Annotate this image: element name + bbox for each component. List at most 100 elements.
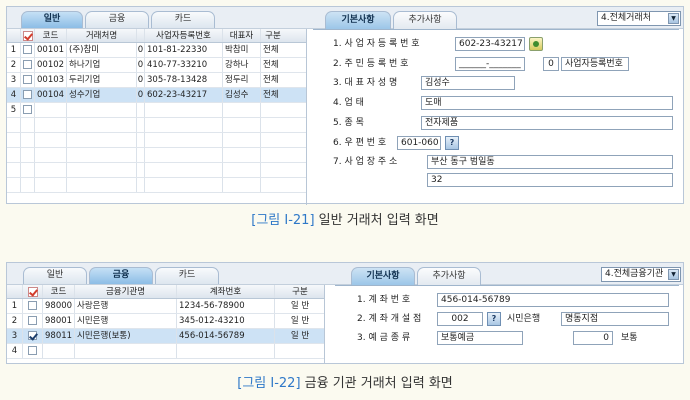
table-row[interactable]: 2 98001 시민은행 345-012-43210 일 반	[7, 314, 324, 329]
row-checkbox-cell[interactable]	[23, 329, 43, 343]
chevron-down-icon[interactable]: ▼	[668, 269, 679, 280]
row-checkbox-cell[interactable]	[21, 43, 35, 57]
tab-finance[interactable]: 금융	[85, 11, 149, 28]
tab-additional-info[interactable]: 추가사항	[417, 267, 481, 285]
cell-bank-name: 사랑은행	[75, 299, 177, 313]
account-number-field[interactable]: 456-014-56789	[437, 293, 669, 307]
deposit-type-field[interactable]: 보통예금	[437, 331, 523, 345]
detail-tabs: 기본사항 추가사항	[351, 267, 501, 285]
empty-row	[7, 133, 306, 148]
row-number: 1	[7, 299, 23, 313]
tab-general[interactable]: 일반	[21, 11, 83, 28]
row-number: 3	[7, 73, 21, 87]
cell-name: (주)참미	[67, 43, 137, 57]
table-row[interactable]: 3 00103 두리기업 0 305-78-13428 정두리 전체	[7, 73, 306, 88]
cell-code: 00103	[35, 73, 67, 87]
check-all-icon[interactable]	[27, 286, 38, 297]
bank-name-display: 시민은행	[503, 312, 557, 326]
bank-filter-select[interactable]: 4.전체금융기관 ▼	[601, 267, 681, 282]
tab-general[interactable]: 일반	[23, 267, 87, 284]
cell-code: 00101	[35, 43, 67, 57]
row-checkbox[interactable]	[28, 316, 37, 325]
row-checkbox[interactable]	[23, 105, 32, 114]
table-row[interactable]: 1 98000 사랑은행 1234-56-78900 일 반	[7, 299, 324, 314]
tab-additional-info[interactable]: 추가사항	[393, 11, 457, 29]
row-checkbox[interactable]	[23, 90, 32, 99]
select-all-header[interactable]	[23, 285, 43, 298]
business-type-field[interactable]: 도매	[421, 96, 673, 110]
table-row[interactable]: 2 00102 하나기업 0 410-77-33210 강하나 전체	[7, 58, 306, 73]
row-checkbox[interactable]	[23, 75, 32, 84]
row-checkbox-cell[interactable]	[21, 88, 35, 102]
table-row[interactable]: 3 98011 시민은행(보통) 456-014-56789 일 반	[7, 329, 324, 344]
form-row-branch: 2. 계 좌 개 설 점 002 ? 시민은행 명동지점	[357, 312, 677, 326]
form-row-deposit-type: 3. 예 금 종 류 보통예금 0 보통	[357, 331, 677, 345]
detail-divider	[335, 285, 679, 286]
cell-division: 일 반	[290, 331, 310, 341]
table-row[interactable]: 4	[7, 344, 324, 359]
zip-search-button[interactable]: ?	[445, 136, 459, 150]
table-row[interactable]: 5	[7, 103, 306, 118]
row-checkbox[interactable]	[28, 301, 37, 310]
cell-representative: 박참미	[223, 43, 261, 57]
deposit-code-field[interactable]: 0	[573, 331, 613, 345]
address-field[interactable]: 부산 동구 범일동	[427, 155, 673, 169]
cell-account-number	[177, 344, 275, 358]
client-filter-select[interactable]: 4.전체거래처 ▼	[597, 11, 681, 26]
biz-number-field[interactable]: 602-23-43217	[455, 37, 525, 51]
row-checkbox[interactable]	[28, 331, 37, 340]
form-row-business-type: 4. 업 태 도매	[333, 96, 683, 110]
table-row[interactable]: 1 00101 (주)참미 0 101-81-22330 박참미 전체	[7, 43, 306, 58]
representative-field[interactable]: 김성수	[421, 76, 515, 90]
tab-finance[interactable]: 금융	[89, 267, 153, 284]
tab-card[interactable]: 카드	[155, 267, 219, 284]
select-all-header[interactable]	[21, 29, 35, 42]
row-checkbox-cell[interactable]	[21, 103, 35, 117]
address-detail-field[interactable]: 32	[427, 173, 673, 187]
business-item-field[interactable]: 전자제품	[421, 116, 673, 130]
status-icon[interactable]	[529, 37, 543, 51]
check-all-icon[interactable]	[22, 30, 33, 41]
col-division: 구분	[265, 31, 281, 41]
col-account-number: 계좌번호	[177, 285, 275, 298]
row-checkbox-cell[interactable]	[21, 73, 35, 87]
resident-number-field[interactable]: ______-_______	[455, 57, 525, 71]
chevron-down-icon[interactable]: ▼	[668, 13, 679, 24]
row-checkbox[interactable]	[23, 45, 32, 54]
tab-basic-info[interactable]: 기본사항	[351, 267, 415, 285]
branch-field[interactable]: 명동지점	[561, 312, 669, 326]
cell-name: 성수기업	[67, 88, 137, 102]
cell-division: 전체	[263, 60, 279, 70]
cell-representative	[223, 103, 261, 117]
tab-card[interactable]: 카드	[151, 11, 215, 28]
branch-label: 2. 계 좌 개 설 점	[357, 314, 422, 324]
cell-code: 00102	[35, 58, 67, 72]
row-number: 1	[7, 43, 21, 57]
row-checkbox-cell[interactable]	[23, 344, 43, 358]
finance-client-window: 일반 금융 카드 4.전체금융기관 ▼ 코드 금융기관명 계좌번호 구분 1 98…	[6, 262, 684, 364]
cell-code: 98000	[43, 299, 75, 313]
cell-type: 0	[137, 43, 145, 57]
bank-search-button[interactable]: ?	[487, 312, 501, 326]
bank-grid: 코드 금융기관명 계좌번호 구분 1 98000 사랑은행 1234-56-78900…	[7, 285, 325, 363]
table-row[interactable]: 4 00104 성수기업 0 602-23-43217 김성수 전체	[7, 88, 306, 103]
row-checkbox[interactable]	[23, 60, 32, 69]
cell-name: 두리기업	[67, 73, 137, 87]
row-checkbox-cell[interactable]	[21, 58, 35, 72]
row-number: 5	[7, 103, 21, 117]
row-number: 4	[7, 88, 21, 102]
basic-info-form: 1. 사 업 자 등 록 번 호 602-23-43217 2. 주 민 등 록…	[333, 37, 683, 207]
client-filter-value: 4.전체거래처	[601, 13, 651, 23]
zip-code-field[interactable]: 601-060	[397, 136, 441, 150]
cell-type: 0	[137, 88, 145, 102]
business-item-label: 5. 종 목	[333, 118, 364, 128]
row-checkbox-cell[interactable]	[23, 314, 43, 328]
row-number-header	[7, 285, 23, 298]
row-checkbox-cell[interactable]	[23, 299, 43, 313]
tab-basic-info[interactable]: 기본사항	[325, 11, 391, 29]
row-checkbox[interactable]	[28, 346, 37, 355]
id-type-field[interactable]: 0	[543, 57, 559, 71]
empty-row	[7, 163, 306, 178]
bank-code-field[interactable]: 002	[437, 312, 483, 326]
grid-header: 코드 거래처명 사업자등록번호 대표자 구분	[7, 29, 306, 43]
